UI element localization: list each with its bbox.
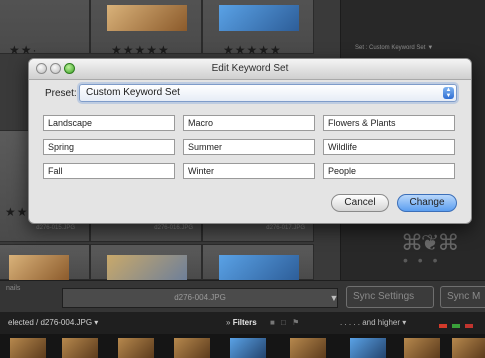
sync-settings-button[interactable]: Sync Settings — [346, 286, 434, 308]
dialog-title: Edit Keyword Set — [211, 63, 289, 74]
rating-stars: ★★· — [9, 43, 38, 57]
filmstrip-thumbnail[interactable] — [230, 338, 266, 358]
filmstrip-thumbnail[interactable] — [174, 338, 210, 358]
keyword-set-text: Set : Custom Keyword Set — [355, 45, 426, 51]
color-label-filters — [436, 321, 474, 330]
red-label-icon[interactable] — [439, 324, 447, 328]
photo-thumbnail — [219, 5, 299, 31]
filmstrip — [0, 334, 485, 358]
keyword-field-4[interactable]: Spring — [43, 139, 175, 155]
filmstrip-thumbnail[interactable] — [290, 338, 326, 358]
flag-filter-icons[interactable]: ■ □ ⚑ — [270, 318, 301, 327]
green-label-icon[interactable] — [452, 324, 461, 328]
grid-cell[interactable]: ★★· — [0, 0, 90, 57]
photo-thumbnail — [9, 255, 69, 281]
ornament-icon: • • • — [403, 252, 441, 268]
keyword-set-label[interactable]: Set : Custom Keyword Set ▼ — [355, 44, 433, 51]
updown-arrows-icon: ▲ ▼ — [443, 87, 454, 99]
keyword-field-2[interactable]: Macro — [183, 115, 315, 131]
photo-filename: d276-015.JPG — [36, 225, 75, 231]
preset-label: Preset: — [45, 88, 77, 99]
photo-thumbnail — [107, 5, 187, 31]
change-button[interactable]: Change — [397, 194, 457, 212]
grid-cell[interactable]: ★★★★★ — [202, 0, 314, 57]
sync-metadata-button[interactable]: Sync M — [440, 286, 485, 308]
filmstrip-thumbnail[interactable] — [452, 338, 485, 358]
keyword-field-6[interactable]: Wildlife — [323, 139, 455, 155]
filmstrip-header: elected / d276-004.JPG ▾ » Filters ■ □ ⚑… — [0, 312, 485, 334]
grid-cell[interactable] — [0, 244, 90, 281]
grid-cell[interactable] — [90, 244, 202, 281]
photo-thumbnail — [219, 255, 299, 281]
filmstrip-thumbnail[interactable] — [404, 338, 440, 358]
preset-select[interactable]: Custom Keyword Set ▲ ▼ — [79, 84, 457, 102]
rating-filter[interactable]: . . . . . and higher ▾ — [340, 318, 406, 327]
chevron-down-icon: ▼ — [427, 45, 434, 51]
filmstrip-thumbnail[interactable] — [350, 338, 386, 358]
chevron-down-icon[interactable]: ▼ — [326, 288, 342, 308]
edit-keyword-set-dialog: Edit Keyword Set Preset: Custom Keyword … — [28, 58, 472, 224]
filmstrip-thumbnail[interactable] — [118, 338, 154, 358]
thumbnails-label: nails — [6, 285, 21, 292]
rating-stars: ★★★★★ — [223, 43, 282, 57]
keyword-field-8[interactable]: Winter — [183, 163, 315, 179]
keyword-field-9[interactable]: People — [323, 163, 455, 179]
keyword-field-7[interactable]: Fall — [43, 163, 175, 179]
keyword-field-1[interactable]: Landscape — [43, 115, 175, 131]
preset-value: Custom Keyword Set — [86, 87, 180, 98]
cancel-button[interactable]: Cancel — [331, 194, 389, 212]
filters-text: Filters — [232, 318, 257, 327]
rating-stars: ★★★★★ — [111, 43, 170, 57]
photo-thumbnail — [107, 255, 187, 281]
keyword-field-3[interactable]: Flowers & Plants — [323, 115, 455, 131]
keyword-field-5[interactable]: Summer — [183, 139, 315, 155]
filters-label[interactable]: » Filters — [226, 318, 257, 327]
double-chevron-icon: » — [226, 318, 231, 327]
selected-photo-label[interactable]: elected / d276-004.JPG ▾ — [8, 318, 98, 327]
filmstrip-thumbnail[interactable] — [62, 338, 98, 358]
grid-cell[interactable] — [202, 244, 314, 281]
photo-filename: d276-016.JPG — [154, 225, 193, 231]
grid-cell[interactable]: ★★★★★ — [90, 0, 202, 57]
red-label-icon[interactable] — [465, 324, 474, 328]
filename-field[interactable]: d276-004.JPG — [62, 288, 338, 308]
filmstrip-thumbnail[interactable] — [10, 338, 46, 358]
photo-filename: d276-017.JPG — [266, 225, 305, 231]
